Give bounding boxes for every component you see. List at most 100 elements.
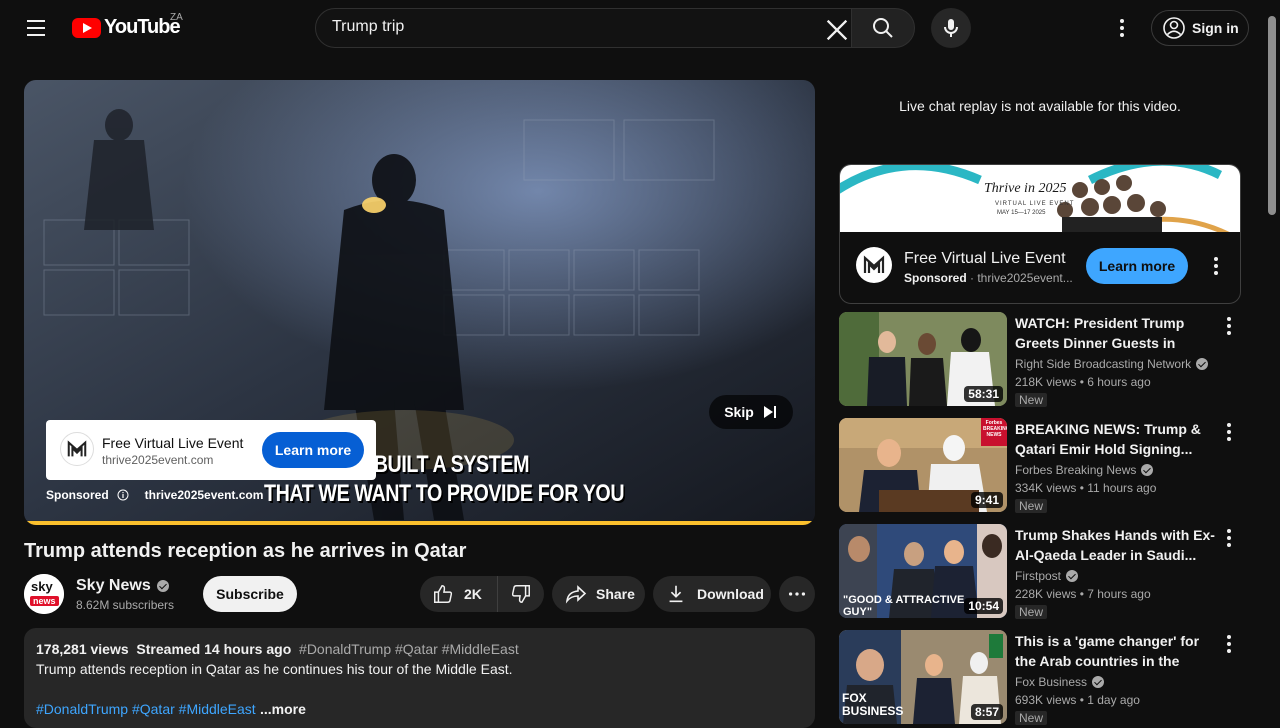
search-button[interactable] [851, 8, 915, 48]
channel-avatar[interactable]: sky news [24, 574, 64, 614]
sign-in-label: Sign in [1192, 20, 1239, 36]
sidebar-ad-sponsored: Sponsored · thrive2025event... [904, 271, 1073, 285]
ad-learn-more-button[interactable]: Learn more [262, 432, 364, 468]
voice-search-button[interactable] [931, 8, 971, 48]
menu-icon[interactable] [20, 12, 52, 44]
microphone-icon [944, 19, 958, 37]
recommendation-item[interactable]: 58:31 WATCH: President Trump Greets Dinn… [839, 312, 1241, 408]
thumbs-down-icon [511, 585, 530, 603]
video-meta: 693K views • 1 day ago [1015, 693, 1140, 707]
like-dislike-group: 2K [420, 576, 544, 612]
ad-overlay-card[interactable]: Free Virtual Live Event thrive2025event.… [46, 420, 376, 480]
video-title[interactable]: This is a 'game changer' for the Arab co… [1015, 631, 1215, 671]
video-thumbnail[interactable]: 58:31 [839, 312, 1007, 406]
sign-in-button[interactable]: Sign in [1151, 10, 1249, 46]
search-icon [873, 18, 893, 38]
recommendation-item[interactable]: "GOOD & ATTRACTIVE GUY" 10:54 Trump Shak… [839, 524, 1241, 620]
channel-name[interactable]: Firstpost [1015, 569, 1079, 583]
description-hashtag-links[interactable]: #DonaldTrump #Qatar #MiddleEast [36, 701, 256, 717]
avatar-text-bottom: news [30, 596, 59, 606]
channel-name[interactable]: Fox Business [1015, 675, 1105, 689]
video-duration: 10:54 [964, 598, 1003, 614]
share-label: Share [596, 586, 635, 602]
advertiser-logo-icon [60, 432, 94, 466]
video-options-kebab-icon[interactable] [1217, 632, 1241, 656]
video-options-kebab-icon[interactable] [1217, 314, 1241, 338]
skip-label: Skip [724, 404, 754, 420]
more-actions-button[interactable] [779, 576, 815, 612]
view-count: 178,281 views [36, 641, 129, 657]
masthead: YouTube ZA Sign in [0, 0, 1280, 56]
video-title[interactable]: Trump Shakes Hands with Ex-Al-Qaeda Lead… [1015, 525, 1215, 565]
verified-icon [1196, 358, 1209, 370]
country-code: ZA [170, 12, 183, 23]
ad-banner-image[interactable]: Thrive in 2025 VIRTUAL LIVE EVENT MAY 15… [840, 165, 1240, 232]
channel-name[interactable]: Forbes Breaking News [1015, 463, 1154, 477]
verified-icon [1066, 570, 1079, 582]
channel-name[interactable]: Right Side Broadcasting Network [1015, 357, 1209, 371]
ad-card-title: Free Virtual Live Event [102, 435, 244, 451]
subscribe-button[interactable]: Subscribe [203, 576, 297, 612]
verified-icon [1092, 676, 1105, 688]
thumbnail-overlay-text: FOX BUSINESS [842, 691, 904, 718]
video-thumbnail[interactable]: FOX BUSINESS 8:57 [839, 630, 1007, 724]
ad-banner-date: MAY 15—17 2025 [997, 210, 1046, 216]
like-button[interactable]: 2K [420, 576, 498, 612]
info-icon[interactable] [117, 489, 129, 501]
sponsored-label: Sponsored [904, 271, 967, 285]
new-badge: New [1015, 711, 1048, 725]
search-box[interactable] [315, 8, 852, 48]
share-icon [565, 585, 587, 604]
video-duration: 9:41 [970, 492, 1003, 508]
download-label: Download [697, 586, 764, 602]
video-meta: 228K views • 7 hours ago [1015, 587, 1151, 601]
youtube-logo[interactable]: YouTube [72, 16, 181, 39]
live-chat-replay-note: Live chat replay is not available for th… [899, 98, 1181, 114]
sidebar-ad-learn-more-button[interactable]: Learn more [1086, 248, 1188, 284]
ad-banner-graphic [840, 165, 1230, 232]
thumbnail-overlay-text: Forbes BREAKING NEWS [983, 420, 1007, 438]
description-hashtags[interactable]: #DonaldTrump #Qatar #MiddleEast [299, 641, 519, 657]
video-options-kebab-icon[interactable] [1217, 526, 1241, 550]
description-box[interactable]: 178,281 views Streamed 14 hours ago #Don… [24, 628, 815, 728]
video-thumbnail[interactable]: "GOOD & ATTRACTIVE GUY" 10:54 [839, 524, 1007, 618]
scrollbar-thumb[interactable] [1268, 16, 1276, 215]
search-input[interactable] [332, 18, 812, 36]
sidebar-ad[interactable]: Thrive in 2025 VIRTUAL LIVE EVENT MAY 15… [839, 164, 1241, 304]
recommendation-item[interactable]: FOX BUSINESS 8:57 This is a 'game change… [839, 630, 1241, 726]
video-title[interactable]: WATCH: President Trump Greets Dinner Gue… [1015, 313, 1215, 353]
youtube-play-icon [72, 17, 101, 38]
ad-card-url: thrive2025event.com [102, 453, 214, 467]
channel-name-text: Right Side Broadcasting Network [1015, 357, 1192, 371]
video-thumbnail[interactable]: Forbes BREAKING NEWS 9:41 [839, 418, 1007, 512]
channel-name[interactable]: Sky News [76, 577, 169, 595]
skip-ad-button[interactable]: Skip [709, 395, 793, 429]
download-button[interactable]: Download [653, 576, 771, 612]
thumbnail-overlay-text: "GOOD & ATTRACTIVE GUY" [843, 594, 965, 618]
new-badge: New [1015, 605, 1048, 619]
video-player[interactable]: WE BUILT A SYSTEM THAT WE WANT TO PROVID… [24, 80, 815, 525]
sponsored-label: Sponsored [46, 488, 109, 502]
caption-line-2: THAT WE WANT TO PROVIDE FOR YOU [264, 480, 625, 507]
channel-name-text: Sky News [76, 577, 151, 594]
show-more-button[interactable]: ...more [260, 701, 306, 717]
verified-icon [156, 580, 169, 592]
video-options-kebab-icon[interactable] [1217, 420, 1241, 444]
new-badge: New [1015, 499, 1048, 513]
recommendation-item[interactable]: Forbes BREAKING NEWS 9:41 BREAKING NEWS:… [839, 418, 1241, 514]
sponsored-url[interactable]: thrive2025event.com [145, 488, 264, 502]
share-button[interactable]: Share [552, 576, 645, 612]
sidebar-ad-title[interactable]: Free Virtual Live Event [904, 250, 1066, 268]
verified-icon [1141, 464, 1154, 476]
subscriber-count: 8.62M subscribers [76, 598, 175, 612]
advertiser-logo-icon[interactable] [856, 247, 892, 283]
settings-kebab-icon[interactable] [1106, 12, 1138, 44]
channel-name-text: Firstpost [1015, 569, 1062, 583]
video-title: Trump attends reception as he arrives in… [24, 540, 467, 562]
ad-options-kebab-icon[interactable] [1204, 254, 1228, 278]
close-icon[interactable] [823, 16, 851, 44]
ad-banner-title: Thrive in 2025 [984, 181, 1067, 196]
video-title[interactable]: BREAKING NEWS: Trump & Qatari Emir Hold … [1015, 419, 1215, 459]
ad-progress-bar[interactable] [24, 521, 815, 525]
dislike-button[interactable] [498, 576, 544, 612]
